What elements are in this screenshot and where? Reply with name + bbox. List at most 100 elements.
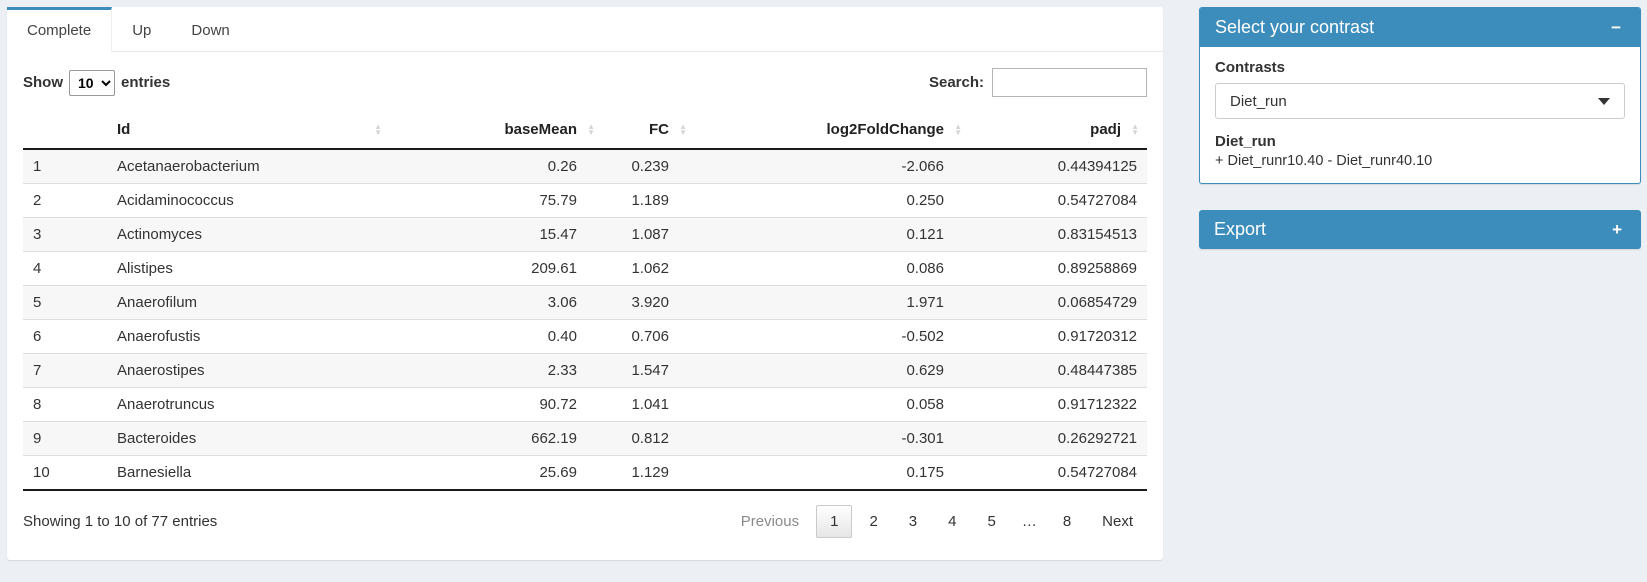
table-footer: Showing 1 to 10 of 77 entries Previous12… xyxy=(23,491,1147,554)
chevron-down-icon xyxy=(1598,98,1610,105)
basemean-cell: 2.33 xyxy=(390,354,603,388)
expand-plus-icon[interactable]: + xyxy=(1608,219,1626,240)
sidebar: Select your contrast − Contrasts Diet_ru… xyxy=(1199,7,1641,560)
contrast-formula: + Diet_runr10.40 - Diet_runr40.10 xyxy=(1215,153,1625,169)
table-row[interactable]: 7Anaerostipes2.331.5470.6290.48447385 xyxy=(23,354,1147,388)
contrasts-label: Contrasts xyxy=(1215,59,1625,76)
table-row[interactable]: 5Anaerofilum3.063.9201.9710.06854729 xyxy=(23,286,1147,320)
row-index-cell: 9 xyxy=(23,422,107,456)
basemean-cell: 25.69 xyxy=(390,456,603,491)
fc-cell: 0.812 xyxy=(603,422,695,456)
column-header-index xyxy=(23,111,107,149)
contrast-panel: Select your contrast − Contrasts Diet_ru… xyxy=(1199,7,1641,184)
row-index-cell: 8 xyxy=(23,388,107,422)
pagination-button-8[interactable]: 8 xyxy=(1049,505,1085,538)
fc-cell: 1.547 xyxy=(603,354,695,388)
row-index-cell: 7 xyxy=(23,354,107,388)
column-header-basemean[interactable]: baseMean ▲▼ xyxy=(390,111,603,149)
column-header-padj[interactable]: padj ▲▼ xyxy=(970,111,1147,149)
log2foldchange-cell: 0.629 xyxy=(695,354,970,388)
id-cell: Acetanaerobacterium xyxy=(107,149,390,184)
basemean-cell: 209.61 xyxy=(390,252,603,286)
log2foldchange-cell: 0.175 xyxy=(695,456,970,491)
fc-cell: 3.920 xyxy=(603,286,695,320)
row-index-cell: 1 xyxy=(23,149,107,184)
column-header-fc[interactable]: FC ▲▼ xyxy=(603,111,695,149)
contrast-panel-body: Contrasts Diet_run Diet_run + Diet_runr1… xyxy=(1200,47,1640,183)
log2foldchange-cell: -0.301 xyxy=(695,422,970,456)
padj-cell: 0.44394125 xyxy=(970,149,1147,184)
show-label: Show xyxy=(23,74,63,91)
fc-cell: 1.041 xyxy=(603,388,695,422)
log2foldchange-cell: 0.058 xyxy=(695,388,970,422)
search-control: Search: xyxy=(929,68,1147,97)
log2foldchange-cell: 1.971 xyxy=(695,286,970,320)
row-index-cell: 2 xyxy=(23,184,107,218)
log2foldchange-cell: -0.502 xyxy=(695,320,970,354)
table-row[interactable]: 1Acetanaerobacterium0.260.239-2.0660.443… xyxy=(23,149,1147,184)
export-panel: Export + xyxy=(1199,210,1641,249)
page-length-select[interactable]: 10 xyxy=(69,70,115,96)
table-row[interactable]: 8Anaerotruncus90.721.0410.0580.91712322 xyxy=(23,388,1147,422)
padj-cell: 0.06854729 xyxy=(970,286,1147,320)
table-row[interactable]: 3Actinomyces15.471.0870.1210.83154513 xyxy=(23,218,1147,252)
contrast-select-value: Diet_run xyxy=(1230,93,1287,110)
contrast-panel-header: Select your contrast − xyxy=(1200,8,1640,47)
row-index-cell: 3 xyxy=(23,218,107,252)
padj-cell: 0.26292721 xyxy=(970,422,1147,456)
table-row[interactable]: 10Barnesiella25.691.1290.1750.54727084 xyxy=(23,456,1147,491)
tab-content-complete: Show 10 entries Search: xyxy=(7,52,1163,560)
table-row[interactable]: 6Anaerofustis0.400.706-0.5020.91720312 xyxy=(23,320,1147,354)
basemean-cell: 3.06 xyxy=(390,286,603,320)
padj-cell: 0.91712322 xyxy=(970,388,1147,422)
pagination-button-5[interactable]: 5 xyxy=(973,505,1009,538)
page: Complete Up Down Show 10 entries Search: xyxy=(0,0,1647,560)
pagination-button-2[interactable]: 2 xyxy=(855,505,891,538)
search-label: Search: xyxy=(929,74,984,91)
row-index-cell: 5 xyxy=(23,286,107,320)
id-cell: Anaerotruncus xyxy=(107,388,390,422)
sort-icon: ▲▼ xyxy=(587,124,595,136)
id-cell: Bacteroides xyxy=(107,422,390,456)
results-tab-bar: Complete Up Down xyxy=(7,7,1163,52)
tab-complete[interactable]: Complete xyxy=(7,7,112,52)
column-header-log2foldchange[interactable]: log2FoldChange ▲▼ xyxy=(695,111,970,149)
id-cell: Anaerostipes xyxy=(107,354,390,388)
tab-up[interactable]: Up xyxy=(112,7,171,51)
basemean-cell: 75.79 xyxy=(390,184,603,218)
table-row[interactable]: 9Bacteroides662.190.812-0.3010.26292721 xyxy=(23,422,1147,456)
pagination-button-previous[interactable]: Previous xyxy=(727,505,813,538)
contrast-panel-title: Select your contrast xyxy=(1215,17,1374,38)
page-length-control: Show 10 entries xyxy=(23,70,170,96)
collapse-minus-icon[interactable]: − xyxy=(1607,17,1625,38)
fc-cell: 0.706 xyxy=(603,320,695,354)
table-header-row: Id ▲▼ baseMean ▲▼ FC ▲▼ log2FoldChange xyxy=(23,111,1147,149)
id-cell: Barnesiella xyxy=(107,456,390,491)
contrast-description: Diet_run + Diet_runr10.40 - Diet_runr40.… xyxy=(1215,133,1625,169)
padj-cell: 0.54727084 xyxy=(970,184,1147,218)
basemean-cell: 90.72 xyxy=(390,388,603,422)
pagination-button-1[interactable]: 1 xyxy=(816,505,852,538)
table-info: Showing 1 to 10 of 77 entries xyxy=(23,513,217,530)
tab-down[interactable]: Down xyxy=(171,7,249,51)
contrast-select[interactable]: Diet_run xyxy=(1215,83,1625,119)
basemean-cell: 0.26 xyxy=(390,149,603,184)
fc-cell: 1.129 xyxy=(603,456,695,491)
pagination-button-next[interactable]: Next xyxy=(1088,505,1147,538)
pagination-button-4[interactable]: 4 xyxy=(934,505,970,538)
pagination-button-3[interactable]: 3 xyxy=(895,505,931,538)
table-row[interactable]: 4Alistipes209.611.0620.0860.89258869 xyxy=(23,252,1147,286)
search-input[interactable] xyxy=(992,68,1147,97)
row-index-cell: 4 xyxy=(23,252,107,286)
entries-label: entries xyxy=(121,74,170,91)
results-panel: Complete Up Down Show 10 entries Search: xyxy=(7,7,1163,560)
column-header-id[interactable]: Id ▲▼ xyxy=(107,111,390,149)
sort-icon: ▲▼ xyxy=(954,124,962,136)
log2foldchange-cell: 0.121 xyxy=(695,218,970,252)
table-row[interactable]: 2Acidaminococcus75.791.1890.2500.5472708… xyxy=(23,184,1147,218)
id-cell: Alistipes xyxy=(107,252,390,286)
sort-icon: ▲▼ xyxy=(679,124,687,136)
row-index-cell: 6 xyxy=(23,320,107,354)
fc-cell: 0.239 xyxy=(603,149,695,184)
padj-cell: 0.89258869 xyxy=(970,252,1147,286)
